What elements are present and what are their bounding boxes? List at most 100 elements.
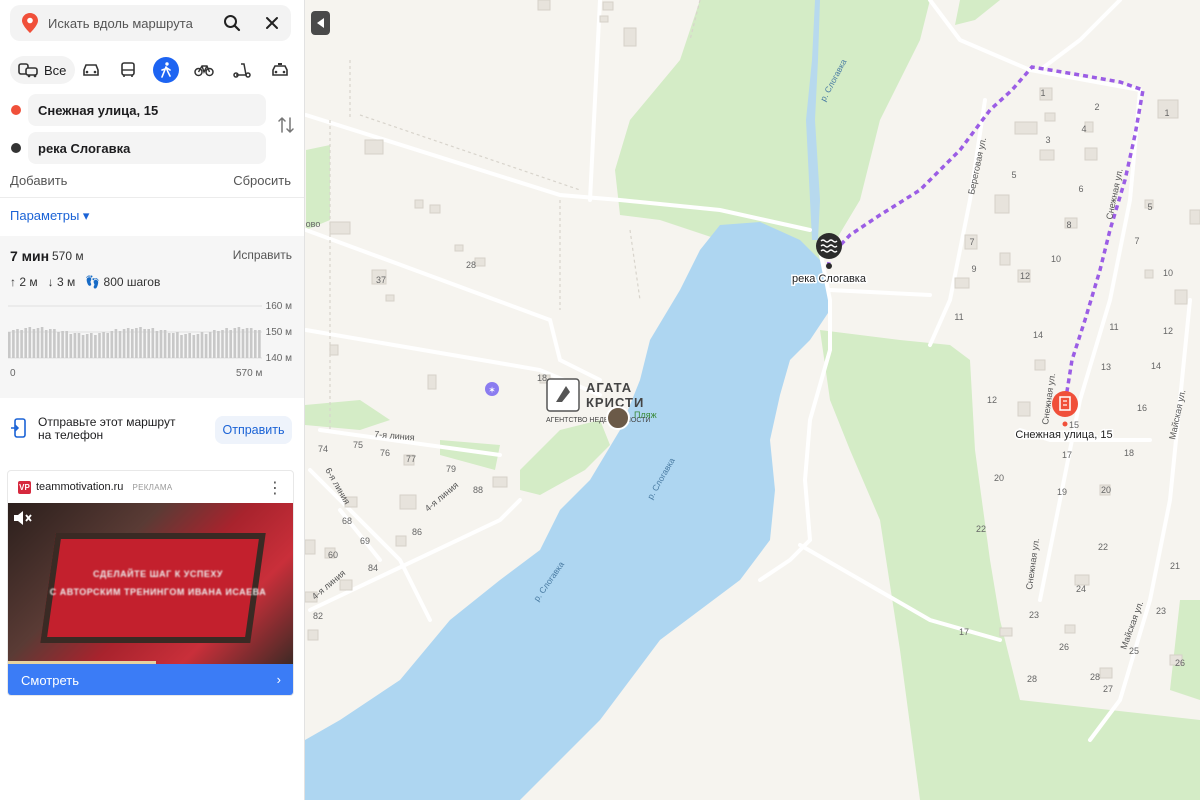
swap-points-icon[interactable]: [276, 115, 296, 135]
elevation-bar: [90, 333, 93, 358]
route-to-field[interactable]: река Слогавка: [28, 132, 266, 164]
elevation-bar: [159, 330, 163, 358]
elevation-x-end: 570 м: [236, 368, 263, 379]
search-bar: [10, 5, 291, 41]
elevation-bar: [147, 329, 150, 358]
svg-text:28: 28: [1090, 672, 1100, 682]
more-options-icon[interactable]: ⋮: [267, 478, 283, 498]
elevation-bar: [40, 327, 44, 358]
footsteps-icon: 👣: [85, 275, 101, 289]
svg-text:17: 17: [1062, 450, 1072, 460]
descent-stat: ↓ 3 м: [48, 275, 76, 289]
svg-text:27: 27: [1103, 684, 1113, 694]
elevation-bar: [249, 328, 253, 358]
send-text: Отправьте этот маршрут на телефон: [38, 415, 176, 442]
beach-label: Пляж: [634, 410, 657, 420]
beach-photo-marker[interactable]: [606, 406, 630, 430]
mute-icon[interactable]: [12, 509, 34, 527]
ad-video[interactable]: СДЕЛАЙТЕ ШАГ К УСПЕХУ С АВТОРСКИМ ТРЕНИН…: [8, 503, 293, 664]
elevation-bar: [221, 330, 224, 358]
taxi-icon: [272, 63, 288, 76]
route-from-field[interactable]: Снежная улица, 15: [28, 94, 266, 126]
elevation-bar: [204, 334, 208, 358]
elevation-bar: [12, 330, 15, 358]
svg-text:24: 24: [1076, 584, 1086, 594]
svg-text:68: 68: [342, 516, 352, 526]
svg-text:84: 84: [368, 563, 378, 573]
svg-text:22: 22: [976, 524, 986, 534]
route-search-input[interactable]: [48, 15, 208, 31]
ad-block[interactable]: VP teammotivation.ru РЕКЛАМА ⋮ СДЕЛАЙТЕ …: [7, 470, 294, 696]
add-point-link[interactable]: Добавить: [10, 173, 67, 188]
ascent-value: 2 м: [19, 275, 38, 289]
svg-text:25: 25: [1129, 646, 1139, 656]
svg-text:76: 76: [380, 448, 390, 458]
send-to-phone: Отправьте этот маршрут на телефон Отправ…: [0, 404, 304, 452]
elevation-label-top: 160 м: [265, 301, 292, 312]
elevation-bar: [172, 333, 175, 358]
elevation-bar: [258, 330, 261, 358]
svg-text:20: 20: [994, 473, 1004, 483]
elevation-bar: [233, 328, 237, 358]
svg-text:26: 26: [1059, 642, 1069, 652]
bicycle-icon: [194, 65, 214, 77]
mode-car-button[interactable]: [78, 57, 104, 83]
elevation-bar: [196, 334, 200, 358]
svg-text:14: 14: [1033, 330, 1043, 340]
elevation-label-mid: 150 м: [265, 327, 292, 338]
elevation-x-start: 0: [10, 368, 16, 379]
elevation-bar: [8, 332, 11, 358]
divider: [0, 197, 304, 198]
elevation-bar: [118, 331, 122, 358]
mode-taxi-button[interactable]: [267, 57, 293, 83]
svg-text:12: 12: [1020, 271, 1030, 281]
elevation-bar: [213, 330, 216, 358]
start-label: Снежная улица, 15: [1015, 429, 1112, 441]
elevation-bar: [28, 327, 32, 358]
ad-site[interactable]: teammotivation.ru: [36, 481, 123, 493]
svg-text:23: 23: [1156, 606, 1166, 616]
route-summary[interactable]: 7 мин 570 м Исправить ↑ 2 м ↓ 3 м 👣 800 …: [0, 236, 304, 398]
svg-text:12: 12: [1163, 326, 1173, 336]
elevation-bar: [135, 328, 138, 358]
mode-bus-button[interactable]: [115, 57, 141, 83]
elevation-bar: [81, 335, 85, 358]
mode-scooter-button[interactable]: [229, 57, 255, 83]
mode-bike-button[interactable]: [191, 57, 217, 83]
phone-send-icon: [11, 418, 26, 438]
elevation-profile: [8, 305, 262, 359]
elevation-bar: [69, 334, 73, 358]
elevation-bar: [245, 328, 249, 358]
mode-walk-button[interactable]: [153, 57, 179, 83]
svg-text:69: 69: [360, 536, 370, 546]
chevron-left-icon: [316, 18, 324, 28]
svg-text:75: 75: [353, 440, 363, 450]
watch-button[interactable]: Смотреть ›: [8, 664, 293, 695]
steps-stat: 👣 800 шагов: [85, 275, 160, 289]
close-button[interactable]: [262, 13, 282, 33]
transport-modes: Все: [8, 56, 298, 84]
ad-tag: РЕКЛАМА: [132, 482, 173, 492]
send-button[interactable]: Отправить: [215, 416, 292, 444]
mode-all-button[interactable]: Все: [10, 56, 76, 84]
advertiser-logo-icon: VP: [18, 480, 31, 494]
location-pin-icon: [22, 13, 38, 33]
elevation-bar: [110, 331, 114, 358]
elevation-bar: [176, 332, 179, 358]
reset-link[interactable]: Сбросить: [233, 173, 291, 188]
svg-text:13: 13: [1101, 362, 1111, 372]
bus-icon: [121, 62, 135, 77]
all-transport-icon: [18, 63, 38, 78]
elevation-bar: [94, 335, 97, 358]
collapse-panel-button[interactable]: [311, 11, 330, 35]
parameters-dropdown[interactable]: Параметры ▾: [10, 208, 89, 224]
svg-text:77: 77: [406, 454, 416, 464]
search-button[interactable]: [222, 13, 242, 33]
elevation-bar: [143, 329, 146, 358]
fix-route-link[interactable]: Исправить: [233, 248, 292, 262]
elevation-bar: [131, 329, 134, 358]
elevation-bar: [167, 333, 171, 358]
svg-text:26: 26: [1175, 658, 1185, 668]
elevation-bar: [208, 332, 212, 358]
svg-text:17: 17: [959, 627, 969, 637]
